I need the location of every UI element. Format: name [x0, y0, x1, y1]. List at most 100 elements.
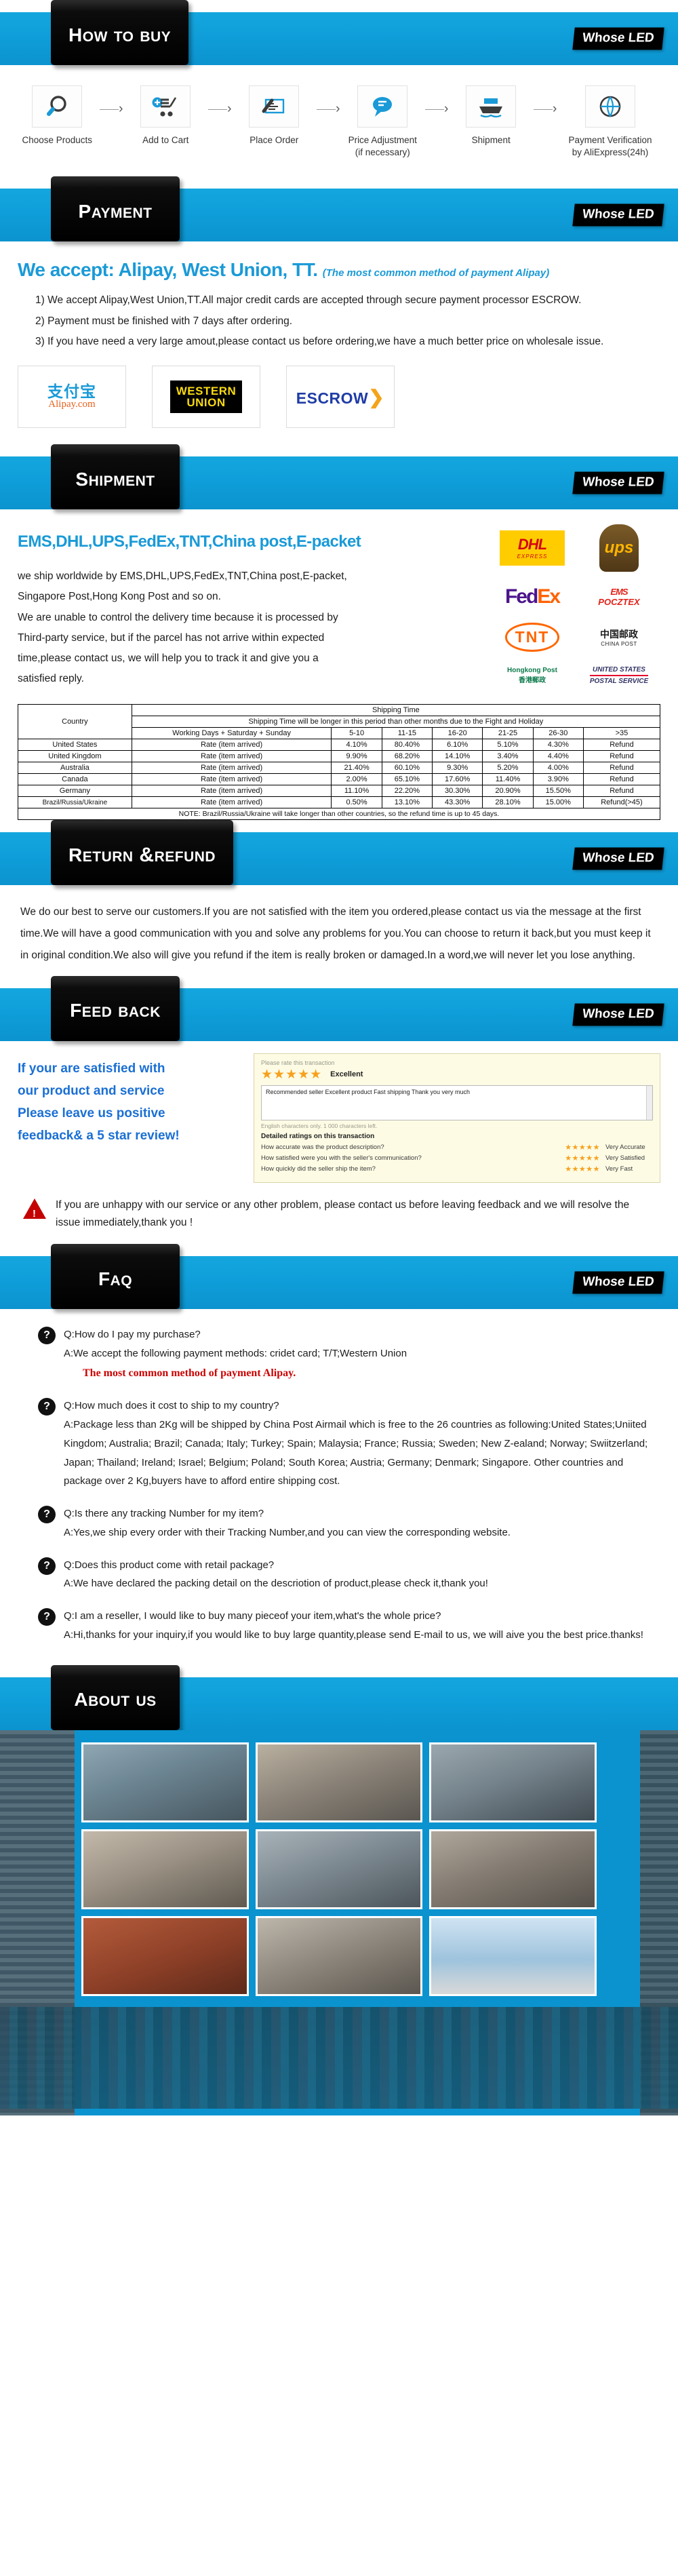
carrier-logos: DHL EXPRESS ups FedEx EMS POCZTEX TNT 中国… [491, 520, 660, 689]
table-cell: 21.40% [331, 762, 382, 775]
faq-question: Q:I am a reseller, I would like to buy m… [64, 1610, 441, 1622]
hongkong-post-en: Hongkong Post [507, 667, 557, 675]
table-cell: 15.50% [532, 785, 584, 798]
step-icon-box [140, 85, 191, 128]
rating-row: ★★★★★ Excellent [261, 1068, 653, 1081]
usps-logo-wrap: UNITED STATES POSTAL SERVICE [589, 666, 649, 686]
table-cell: 5.10% [482, 739, 534, 752]
table-note-row: NOTE: Brazil/Russia/Ukraine will take lo… [18, 808, 660, 821]
faq-question: Q:How do I pay my purchase? [64, 1329, 201, 1341]
table-col-days: Working Days + Saturday + Sunday [131, 727, 332, 740]
china-post-en: CHINA POST [601, 641, 637, 648]
detail-rating-stars[interactable]: ★★★★★ [565, 1165, 600, 1173]
escrow-logo-text: ESCROW [296, 389, 369, 407]
section-tab-how-to-buy: How to buy [51, 0, 189, 65]
detail-rating-question: How satisfied were you with the seller's… [261, 1154, 422, 1162]
payment-note: 1) We accept Alipay,West Union,TT.All ma… [35, 294, 582, 307]
brand-badge: Whose LED [572, 471, 664, 494]
table-row: Australia Rate (item arrived) 21.40% 60.… [18, 762, 661, 775]
step-icon-box [466, 85, 517, 128]
feedback-scrollbar[interactable] [646, 1085, 652, 1120]
dhl-logo: DHL EXPRESS [500, 530, 565, 566]
shipment-paragraph: we ship worldwide by EMS,DHL,UPS,FedEx,T… [18, 570, 347, 583]
faq-answer: A:Yes,we ship every order with their Tra… [64, 1526, 511, 1538]
feedback-promo-line: If your are satisfied with [18, 1061, 165, 1076]
brand-badge: Whose LED [572, 27, 664, 50]
table-col-range: 5-10 [331, 727, 382, 740]
hongkong-post-cn: 香港郵政 [518, 677, 546, 685]
detail-rating-value: Very Satisfied [605, 1154, 645, 1162]
table-cell: 3.90% [532, 773, 584, 786]
hongkong-post-logo-wrap: Hongkong Post 香港郵政 [507, 667, 557, 684]
feedback-comment-input[interactable]: Recommended seller Excellent product Fas… [261, 1085, 653, 1120]
shipment-content: EMS,DHL,UPS,FedEx,TNT,China post,E-packe… [0, 509, 678, 693]
feedback-rating-widget: Please rate this transaction ★★★★★ Excel… [254, 1053, 660, 1183]
magnifier-icon [47, 96, 66, 116]
step-icon-box [249, 85, 300, 128]
ems-pocztex-logo: EMS POCZTEX [598, 587, 639, 608]
step-label: Price Adjustment [348, 135, 417, 145]
step-arrow: › [205, 85, 235, 117]
shipment-text: EMS,DHL,UPS,FedEx,TNT,China post,E-packe… [18, 520, 491, 689]
table-cell-country: United States [18, 739, 132, 752]
how-to-buy-steps: Choose Products › Add to Cart › Place Or… [0, 65, 678, 176]
question-mark-icon: ? [38, 1506, 56, 1524]
section-tab-payment: Payment [51, 176, 180, 242]
ups-logo: ups [599, 524, 639, 572]
faq-highlight: The most common method of payment Alipay… [83, 1367, 296, 1379]
table-col-range: >35 [582, 727, 661, 740]
shipment-paragraph: Singapore Post,Hong Kong Post and so on. [18, 591, 221, 603]
table-cell: 17.60% [432, 773, 483, 786]
feedback-warning-text: If you are unhappy with our service or a… [56, 1198, 630, 1229]
western-union-logo-card: WESTERN UNION [152, 366, 260, 429]
faq-question: Q:Does this product come with retail pac… [64, 1559, 275, 1571]
china-post-logo-wrap: 中国邮政 CHINA POST [600, 627, 638, 647]
table-cell: Refund [582, 739, 661, 752]
fedex-logo-wrap: FedEx [504, 585, 561, 608]
faq-question: Q:Is there any tracking Number for my it… [64, 1508, 264, 1520]
tnt-logo: TNT [504, 623, 560, 652]
faq-body: Q:How do I pay my purchase? A:We accept … [64, 1325, 658, 1383]
price-adjustment-icon [373, 97, 393, 117]
payment-note: 3) If you have need a very large amout,p… [35, 335, 604, 347]
question-mark-icon: ? [38, 1608, 56, 1626]
table-sub-header: Shipping Time will be longer in this per… [131, 716, 661, 728]
alipay-logo-card: 支付宝 Alipay.com [18, 366, 126, 429]
table-cell-country: Germany [18, 785, 132, 798]
detail-rating-stars[interactable]: ★★★★★ [565, 1154, 600, 1163]
rating-stars[interactable]: ★★★★★ [261, 1068, 322, 1081]
delivery-truck-photo [81, 1915, 249, 1996]
usps-line2: POSTAL SERVICE [589, 678, 649, 686]
step-price-adjustment: Price Adjustment (if necessary) [343, 85, 422, 159]
about-us-gallery [0, 1730, 678, 2115]
table-cell-rate-label: Rate (item arrived) [131, 785, 332, 798]
cargo-airplane-photo [429, 1915, 597, 1996]
workshop-machines-photo [255, 1742, 423, 1822]
faq-item: ? Q:Is there any tracking Number for my … [38, 1504, 658, 1542]
section-title-how-to-buy: How to buy [68, 17, 172, 47]
section-header-return-refund: Return &Refund Whose LED [0, 820, 678, 886]
step-label: Place Order [250, 135, 299, 145]
table-cell: 80.40% [381, 739, 433, 752]
section-tab-feedback: Feed back [51, 975, 180, 1041]
step-label: Add to Cart [142, 135, 189, 145]
brand-badge: Whose LED [572, 1003, 664, 1026]
detail-rating-stars[interactable]: ★★★★★ [565, 1143, 600, 1152]
table-cell: 4.30% [532, 739, 584, 752]
factory-floor-photo [81, 1742, 249, 1822]
table-cell: 14.10% [432, 750, 483, 763]
fedex-logo-fe: Fed [504, 585, 538, 608]
western-union-line1: WESTERN [176, 384, 237, 397]
table-row: Canada Rate (item arrived) 2.00% 65.10% … [18, 773, 661, 786]
place-order-icon [262, 98, 285, 114]
table-header-row: Country Shipping Time [18, 704, 661, 740]
table-cell: 22.20% [381, 785, 433, 798]
seller-info-page: How to buy Whose LED Choose Products › [0, 0, 678, 2115]
section-tab-about-us: About us [51, 1664, 180, 1730]
step-icon-box [584, 85, 635, 128]
payment-headline-sub: (The most common method of payment Alipa… [322, 267, 550, 279]
step-payment-verification: Payment Verification by AliExpress(24h) [560, 85, 660, 159]
table-cell: Refund [582, 773, 661, 786]
table-cell: 2.00% [331, 773, 382, 786]
table-group-header: Shipping Time [131, 704, 661, 717]
